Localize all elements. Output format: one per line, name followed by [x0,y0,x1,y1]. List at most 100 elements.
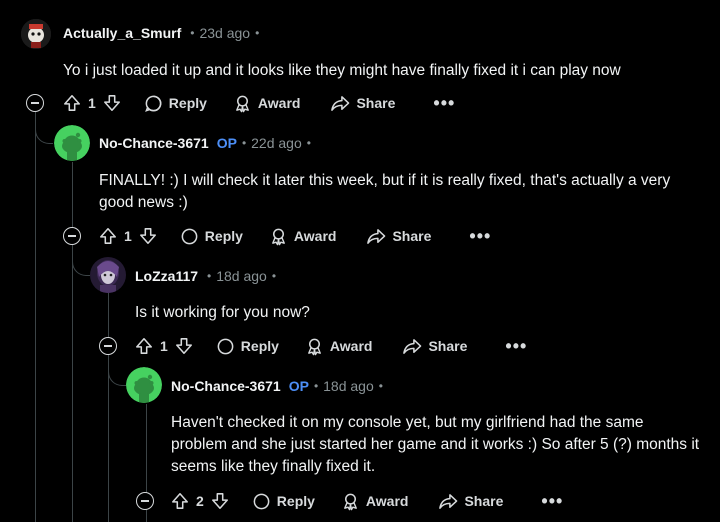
separator-dot: • [207,269,212,283]
share-label: Share [464,493,504,509]
award-label: Award [293,228,337,244]
reply-button[interactable]: Reply [216,337,279,356]
reply-button[interactable]: Reply [252,492,315,511]
more-options-button[interactable]: ••• [505,337,527,355]
vote-count: 1 [88,95,96,111]
share-button[interactable]: Share [402,337,467,356]
thread-connector-4 [108,355,126,386]
share-icon [367,228,386,244]
share-button[interactable]: Share [366,227,431,246]
reply-icon [253,493,270,509]
timestamp[interactable]: 18d ago [216,268,267,284]
snoo-avatar-icon [126,367,162,403]
separator-dot: • [271,269,277,283]
thread-connector-2 [35,112,53,144]
timestamp[interactable]: 23d ago [199,25,250,41]
more-options-button[interactable]: ••• [433,94,455,112]
comment-body: Yo i just loaded it up and it looks like… [63,62,621,79]
comment-actions: 2 Reply Award Share ••• [171,489,563,513]
comment-meta: No-Chance-3671 OP • 18d ago • [171,376,388,396]
upvote-icon[interactable] [135,337,153,355]
vote-group: 1 [99,227,157,245]
reply-label: Reply [168,95,207,111]
separator-dot: • [378,379,383,393]
collapse-thread-button[interactable] [63,227,81,245]
share-icon [403,338,422,354]
reply-label: Reply [276,493,315,509]
collapse-thread-button[interactable] [26,94,44,112]
award-button[interactable]: Award [233,94,301,113]
thread-line-1 [35,112,36,522]
username[interactable]: No-Chance-3671 [171,378,281,394]
share-label: Share [428,338,468,354]
upvote-icon[interactable] [63,94,81,112]
vote-group: 1 [63,94,121,112]
comment-actions: 1 Reply Award Share ••• [99,224,491,248]
comment-meta: No-Chance-3671 OP • 22d ago • [99,133,316,153]
award-button[interactable]: Award [269,227,337,246]
reply-button[interactable]: Reply [144,94,207,113]
op-badge: OP [288,378,309,394]
award-icon [308,338,321,355]
upvote-icon[interactable] [99,227,117,245]
downvote-icon[interactable] [139,227,157,245]
avatar[interactable] [126,367,162,403]
vote-count: 1 [160,338,168,354]
avatar[interactable] [90,257,126,293]
timestamp[interactable]: 18d ago [323,378,374,394]
reply-icon [181,228,198,244]
avatar[interactable] [54,125,90,161]
share-button[interactable]: Share [438,492,503,511]
more-options-button[interactable]: ••• [541,492,563,510]
comment-body: FINALLY! :) I will check it later this w… [99,172,671,211]
award-label: Award [329,338,373,354]
timestamp[interactable]: 22d ago [251,135,302,151]
reply-label: Reply [204,228,243,244]
comment-meta: LoZza117 • 18d ago • [135,266,281,286]
comment-body: Is it working for you now? [135,304,310,321]
reply-label: Reply [240,338,279,354]
downvote-icon[interactable] [103,94,121,112]
separator-dot: • [241,136,247,150]
vote-count: 1 [124,228,132,244]
username[interactable]: Actually_a_Smurf [63,25,181,41]
award-icon [272,228,285,245]
thread-line-2 [72,162,73,522]
share-label: Share [392,228,432,244]
award-label: Award [257,95,301,111]
thread-connector-3 [72,245,90,276]
comment-actions: 1 Reply Award Share ••• [135,334,527,358]
award-icon [344,493,357,510]
collapse-thread-button[interactable] [99,337,117,355]
separator-dot: • [313,379,319,393]
username[interactable]: LoZza117 [135,268,198,284]
separator-dot: • [190,26,195,40]
comment-body: Haven't checked it on my console yet, bu… [171,414,700,475]
collapse-thread-button[interactable] [136,492,154,510]
downvote-icon[interactable] [211,492,229,510]
award-button[interactable]: Award [305,337,373,356]
award-label: Award [365,493,409,509]
vote-group: 2 [171,492,229,510]
thread-line-3 [108,293,109,522]
username[interactable]: No-Chance-3671 [99,135,209,151]
character-avatar-icon [90,257,126,293]
share-button[interactable]: Share [330,94,395,113]
share-icon [331,95,350,111]
downvote-icon[interactable] [175,337,193,355]
award-button[interactable]: Award [341,492,409,511]
award-icon [236,95,249,112]
reply-icon [144,95,162,112]
share-label: Share [356,95,396,111]
smurf-avatar-icon [21,19,51,49]
more-options-button[interactable]: ••• [469,227,491,245]
reply-icon [217,338,234,354]
vote-count: 2 [196,493,204,509]
op-badge: OP [216,135,237,151]
comment-actions: 1 Reply Award Share ••• [63,91,455,115]
separator-dot: • [306,136,311,150]
separator-dot: • [255,26,260,40]
reply-button[interactable]: Reply [180,227,243,246]
upvote-icon[interactable] [171,492,189,510]
avatar[interactable] [21,19,51,49]
